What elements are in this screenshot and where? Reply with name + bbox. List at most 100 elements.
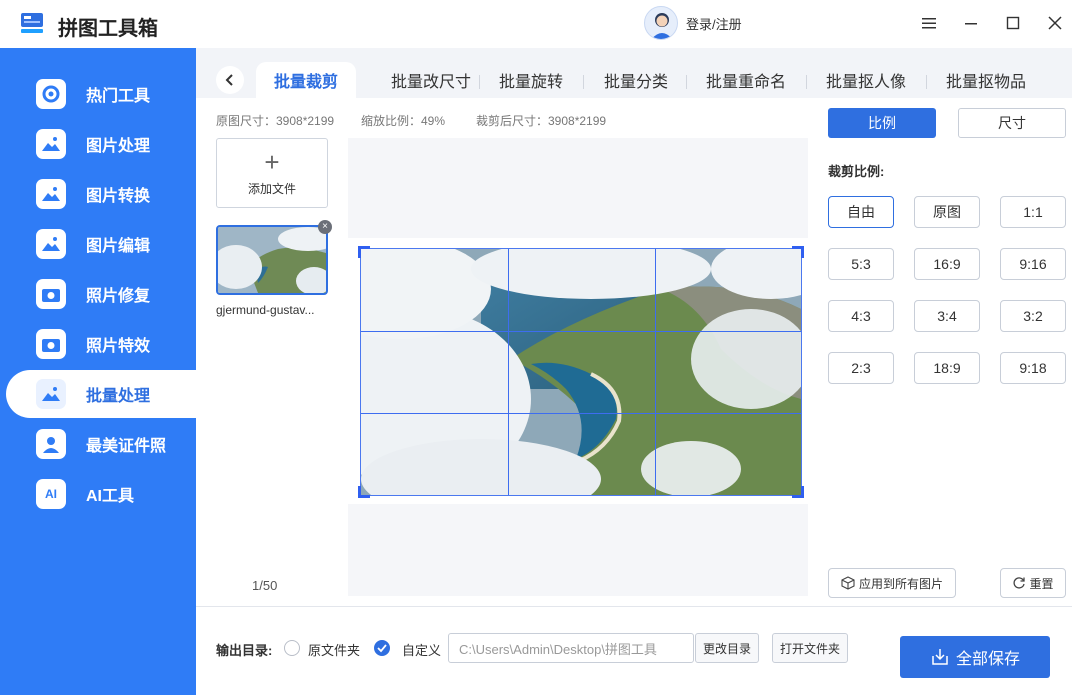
- tab-batch-rename[interactable]: 批量重命名: [691, 62, 801, 98]
- ratio-3-2[interactable]: 3:2: [1000, 300, 1066, 332]
- sidebar-item-label: 最美证件照: [86, 438, 167, 455]
- custom-folder-label: 自定义: [402, 643, 442, 658]
- remove-file-icon[interactable]: ×: [318, 220, 332, 234]
- tab-batch-cutout-object[interactable]: 批量抠物品: [931, 62, 1041, 98]
- crop-image[interactable]: [311, 239, 831, 519]
- ratio-16-9[interactable]: 16:9: [914, 248, 980, 280]
- ratio-original[interactable]: 原图: [914, 196, 980, 228]
- ai-icon: AI: [36, 479, 66, 509]
- tab-divider: [479, 75, 480, 89]
- output-dir-label: 输出目录:: [216, 643, 273, 658]
- minimize-icon[interactable]: [960, 12, 982, 34]
- crop-handle-top-right[interactable]: [792, 246, 804, 258]
- file-name: gjermund-gustav...: [216, 303, 315, 317]
- add-file-button[interactable]: + 添加文件: [216, 138, 328, 208]
- back-button[interactable]: [216, 66, 244, 94]
- sidebar-item-id-photo[interactable]: 最美证件照: [6, 420, 196, 468]
- reset-label: 重置: [1029, 576, 1054, 591]
- sidebar-item-photo-repair[interactable]: 照片修复: [6, 270, 196, 318]
- save-all-label: 全部保存: [955, 651, 1020, 668]
- radio-original-folder[interactable]: [284, 640, 300, 656]
- ratio-1-1[interactable]: 1:1: [1000, 196, 1066, 228]
- sidebar-item-label: 照片特效: [86, 338, 151, 355]
- sidebar-item-label: 照片修复: [86, 288, 151, 305]
- chevron-left-icon: [225, 74, 233, 86]
- crop-grid-line: [655, 249, 656, 495]
- camera-effects-icon: [36, 329, 66, 359]
- login-label: 登录/注册: [686, 16, 742, 32]
- landscape-photo: [311, 239, 831, 519]
- tab-batch-cutout-person[interactable]: 批量抠人像: [811, 62, 921, 98]
- apply-all-label: 应用到所有图片: [858, 576, 943, 591]
- tab-batch-classify[interactable]: 批量分类: [591, 62, 681, 98]
- ratio-9-16[interactable]: 9:16: [1000, 248, 1066, 280]
- sidebar: 热门工具 图片处理 图片转换 图片编辑 照片修复 照片特效 批量处理 最美证件照…: [0, 48, 196, 695]
- download-icon: [932, 649, 948, 665]
- output-bar: 输出目录: 原文件夹 自定义 更改目录 打开文件夹 全部保存: [196, 606, 1072, 695]
- sidebar-item-label: 图片编辑: [86, 238, 151, 255]
- crop-handle-bottom-right[interactable]: [792, 486, 804, 498]
- add-file-label: 添加文件: [247, 181, 296, 196]
- app-logo-icon: [21, 13, 43, 33]
- change-dir-button[interactable]: 更改目录: [695, 633, 759, 663]
- tab-divider: [686, 75, 687, 89]
- ratio-9-18[interactable]: 9:18: [1000, 352, 1066, 384]
- zoom-ratio: 缩放比例：49%: [361, 114, 446, 128]
- output-path-input[interactable]: [448, 633, 694, 663]
- save-all-button[interactable]: 全部保存: [900, 636, 1050, 678]
- sidebar-item-batch-processing[interactable]: 批量处理: [6, 370, 196, 418]
- menu-icon[interactable]: [918, 12, 940, 34]
- page-counter: 1/50: [252, 578, 278, 593]
- ratio-18-9[interactable]: 18:9: [914, 352, 980, 384]
- original-folder-label: 原文件夹: [308, 643, 361, 658]
- ratio-mode-button[interactable]: 比例: [828, 108, 936, 138]
- size-mode-button[interactable]: 尺寸: [958, 108, 1066, 138]
- tab-bar: 批量裁剪 批量改尺寸 批量旋转 批量分类 批量重命名 批量抠人像 批量抠物品: [196, 48, 1072, 98]
- tab-batch-rotate[interactable]: 批量旋转: [486, 62, 576, 98]
- ratio-5-3[interactable]: 5:3: [828, 248, 894, 280]
- ratio-free[interactable]: 自由: [828, 196, 894, 228]
- crop-canvas: [311, 138, 831, 596]
- image-icon: [36, 129, 66, 159]
- sidebar-item-photo-effects[interactable]: 照片特效: [6, 320, 196, 368]
- check-icon: [377, 644, 387, 653]
- reset-button[interactable]: 重置: [1000, 568, 1066, 598]
- tab-divider: [806, 75, 807, 89]
- apply-all-button[interactable]: 应用到所有图片: [828, 568, 956, 598]
- maximize-icon[interactable]: [1002, 12, 1024, 34]
- convert-icon: [36, 179, 66, 209]
- login-register[interactable]: 登录/注册: [644, 6, 742, 40]
- tab-batch-crop[interactable]: 批量裁剪: [256, 62, 356, 98]
- crop-handle-bottom-left[interactable]: [358, 486, 370, 498]
- cube-icon: [841, 576, 855, 590]
- tab-divider: [583, 75, 584, 89]
- file-thumbnail[interactable]: [216, 225, 328, 295]
- sidebar-item-label: 热门工具: [86, 88, 151, 105]
- ratio-3-4[interactable]: 3:4: [914, 300, 980, 332]
- ratio-4-3[interactable]: 4:3: [828, 300, 894, 332]
- tab-batch-resize[interactable]: 批量改尺寸: [366, 62, 496, 98]
- radio-custom-folder[interactable]: [374, 640, 390, 656]
- sidebar-item-image-processing[interactable]: 图片处理: [6, 120, 196, 168]
- ratio-2-3[interactable]: 2:3: [828, 352, 894, 384]
- sidebar-item-image-edit[interactable]: 图片编辑: [6, 220, 196, 268]
- batch-icon: [36, 379, 66, 409]
- avatar: [644, 6, 678, 40]
- crop-grid-line: [361, 331, 801, 332]
- person-icon: [36, 429, 66, 459]
- camera-icon: [36, 279, 66, 309]
- close-icon[interactable]: [1044, 12, 1066, 34]
- sidebar-item-ai-tools[interactable]: AI AI工具: [6, 470, 196, 518]
- landscape-thumbnail-image: [218, 227, 326, 293]
- plus-icon: +: [264, 146, 280, 177]
- main-content: 批量裁剪 批量改尺寸 批量旋转 批量分类 批量重命名 批量抠人像 批量抠物品 原…: [196, 48, 1072, 695]
- sidebar-item-image-convert[interactable]: 图片转换: [6, 170, 196, 218]
- original-size: 原图尺寸：3908*2199: [216, 114, 335, 128]
- sidebar-item-hot-tools[interactable]: 热门工具: [6, 70, 196, 118]
- crop-grid-line: [361, 413, 801, 414]
- sidebar-item-label: 图片转换: [86, 188, 151, 205]
- crop-handle-top-left[interactable]: [358, 246, 370, 258]
- open-folder-button[interactable]: 打开文件夹: [772, 633, 848, 663]
- sidebar-item-label: 图片处理: [86, 138, 151, 155]
- sidebar-item-label: 批量处理: [86, 388, 151, 405]
